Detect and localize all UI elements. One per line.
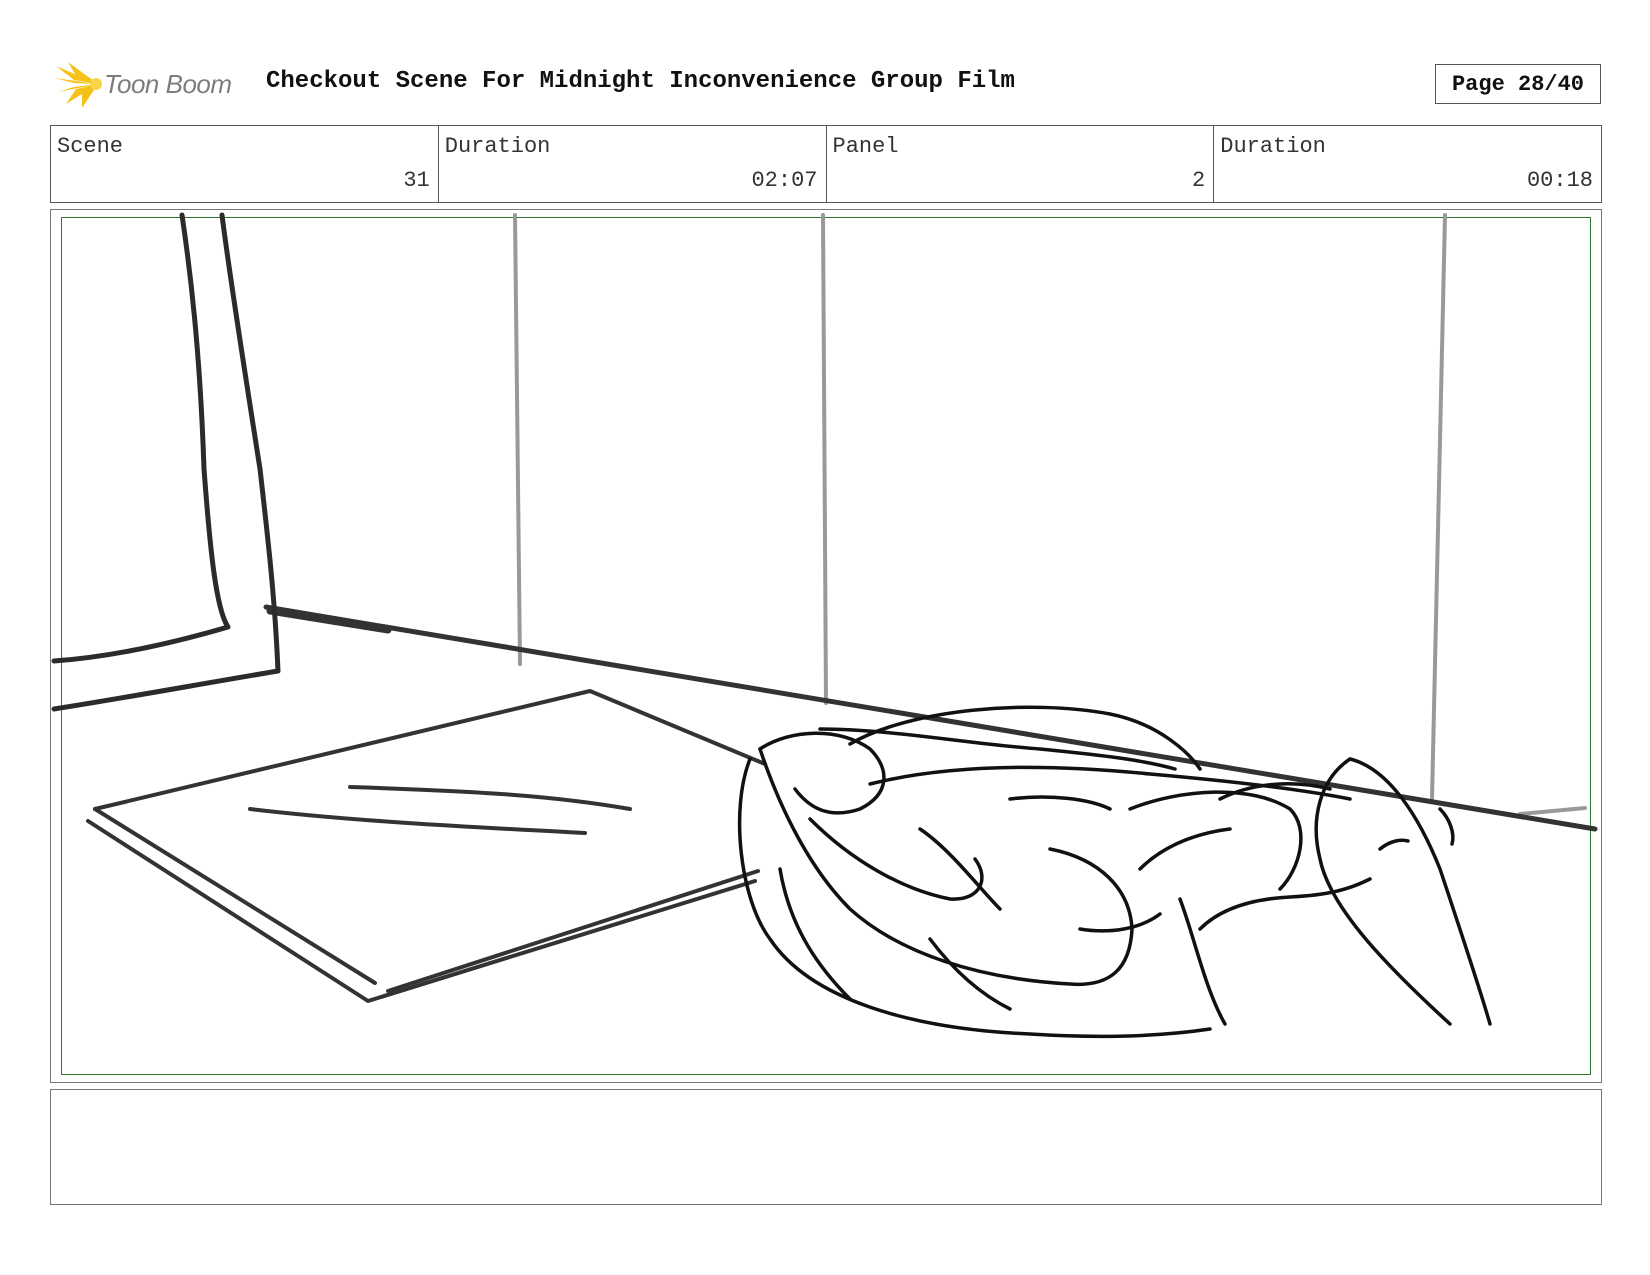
scene-cell: Scene 31 [51, 126, 439, 202]
toon-boom-logo: Toon Boom [52, 56, 252, 112]
scene-label: Scene [57, 134, 124, 159]
panel-value: 2 [1192, 168, 1206, 193]
scene-info-table: Scene 31 Duration 02:07 Panel 2 Duration… [50, 125, 1602, 203]
panel-cell: Panel 2 [827, 126, 1215, 202]
scene-value: 31 [403, 168, 430, 193]
page-title: Checkout Scene For Midnight Inconvenienc… [266, 68, 1015, 95]
logo-text: Toon Boom [104, 68, 232, 99]
panel-notes [50, 1089, 1602, 1205]
hand-sketch [737, 705, 1492, 1038]
toon-boom-burst-icon [54, 62, 102, 108]
scene-duration-cell: Duration 02:07 [439, 126, 827, 202]
monitor-edge [51, 212, 281, 712]
scene-duration-value: 02:07 [751, 168, 818, 193]
panel-sketch [51, 212, 1598, 1038]
panel-duration-label: Duration [1220, 134, 1326, 159]
panel-label: Panel [832, 134, 899, 159]
card-on-counter [86, 689, 767, 1003]
panel-duration-value: 00:18 [1526, 168, 1593, 193]
page-number: Page 28/40 [1435, 64, 1601, 104]
wall-tile-lines [513, 213, 1587, 816]
scene-duration-label: Duration [444, 134, 551, 159]
panel-duration-cell: Duration 00:18 [1214, 126, 1601, 202]
